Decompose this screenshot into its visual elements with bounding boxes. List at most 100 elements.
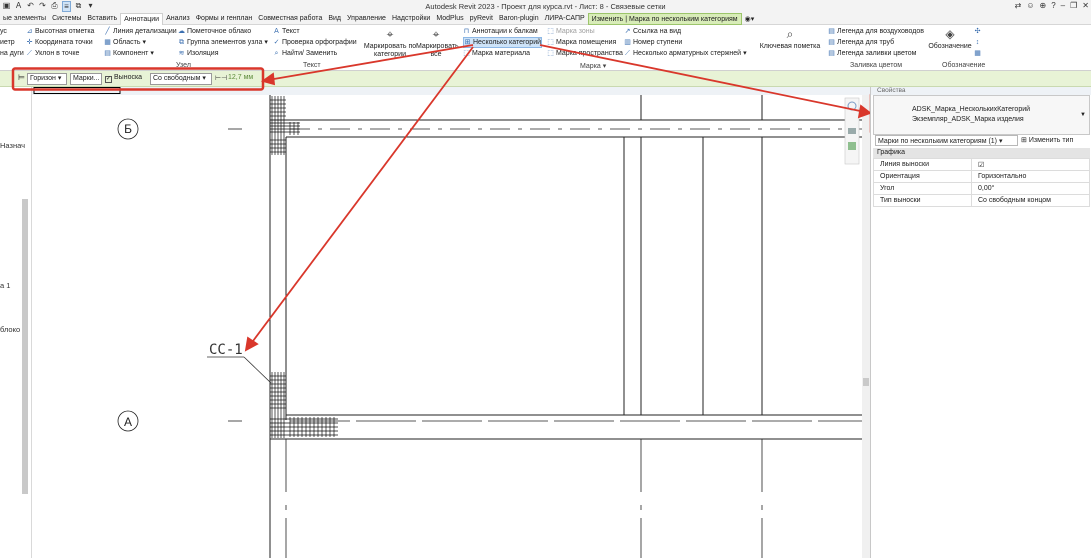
tab-lira[interactable]: ЛИРА-САПР <box>542 13 588 25</box>
room-tag-label: Марка помещения <box>556 39 617 46</box>
prop-value-leader-type[interactable]: Со свободным концом <box>971 194 1090 207</box>
ribbon-dimension-2[interactable]: иетр <box>0 37 24 48</box>
detail2-column: ☁ Пометочное облако ⧉ Группа элементов узл… <box>178 26 268 59</box>
tab-elements[interactable]: ые элементы <box>0 13 49 25</box>
tab-overflow-icon[interactable]: ◉▾ <box>742 13 758 25</box>
tab-insert[interactable]: Вставить <box>84 13 120 25</box>
browser-text-2[interactable]: а 1 <box>0 281 10 290</box>
tab-massing[interactable]: Формы и генплан <box>193 13 256 25</box>
material-tag-button[interactable]: ⬚ Марка материала <box>463 48 542 59</box>
group-graphics[interactable]: Графика <box>873 148 1090 158</box>
browser-scrollbar[interactable] <box>22 199 28 494</box>
insulation-label: Изоляция <box>187 50 219 57</box>
span-direction-icon: ↕ <box>975 39 980 46</box>
beam-annotations-label: Аннотации к балкам <box>472 28 538 35</box>
beam-annotations-button[interactable]: ⊓ Аннотации к балкам <box>463 26 542 37</box>
duct-legend-button[interactable]: ▤ Легенда для воздуховодов <box>828 26 924 37</box>
detail-group-label: Группа элементов узла <box>187 39 263 46</box>
minimize-icon[interactable]: – <box>1061 1 1065 10</box>
spot-elevation-button[interactable]: ⊿ Высотная отметка <box>26 26 95 37</box>
region-button[interactable]: ▦ Область ▾ <box>104 37 177 48</box>
leader-checkbox[interactable]: ✓ Выноска <box>105 74 142 83</box>
leader-length-value[interactable]: 12,7 мм <box>228 74 253 81</box>
space-tag-button[interactable]: ⬚ Марка пространства <box>547 48 623 59</box>
color-fill-legend-button[interactable]: ▤ Легенда заливки цветом <box>828 48 924 59</box>
symbol-icon: ◈ <box>945 27 955 41</box>
tread-number-button[interactable]: ▥ Номер ступени <box>624 37 747 48</box>
type-selector[interactable]: ADSK_Марка_НесколькихКатегорий Экземпляр… <box>873 95 1090 135</box>
edit-type-button[interactable]: ⊞ Изменить тип <box>1021 135 1073 146</box>
detail-group-button[interactable]: ⧉ Группа элементов узла ▾ <box>178 37 268 48</box>
tab-manage[interactable]: Управление <box>344 13 389 25</box>
component-button[interactable]: ▤ Компонент ▾ <box>104 48 177 59</box>
scrollbar-thumb[interactable] <box>863 378 869 386</box>
window-title: Autodesk Revit 2023 - Проект для курса.r… <box>425 2 666 11</box>
tag-by-category-button[interactable]: ⌖ Маркировать по категории <box>362 27 418 59</box>
area-tag-button[interactable]: ⬚ Марка зоны <box>547 26 623 37</box>
prop-key-leader-type: Тип выноски <box>873 194 972 207</box>
prop-value-orientation[interactable]: Горизонтально <box>971 170 1090 183</box>
tag-all-button[interactable]: ⌖ Маркировать все <box>416 27 459 59</box>
detail-line-button[interactable]: ╱ Линия детализации <box>104 26 176 37</box>
area-reinforcement-button[interactable]: ▦ <box>974 48 981 59</box>
user-icon[interactable]: ☺ <box>1026 1 1034 10</box>
chevron-down-icon[interactable]: ▼ <box>1080 112 1086 118</box>
prop-value-leader-line[interactable]: ☑ <box>971 158 1090 171</box>
prop-key-angle: Угол <box>873 182 972 195</box>
tab-addins[interactable]: Надстройки <box>389 13 433 25</box>
tab-modplus[interactable]: ModPlus <box>433 13 466 25</box>
close-icon[interactable]: ✕ <box>1082 1 1089 10</box>
text-button[interactable]: A Текст <box>273 26 357 37</box>
instance-filter-select[interactable]: Марки по нескольким категориям (1) ▾ <box>875 135 1018 146</box>
symbol-button[interactable]: ◈ Обозначение <box>925 27 975 51</box>
spot-coordinate-button[interactable]: ✛ Координата точки <box>26 37 94 48</box>
browser-text-3[interactable]: блоко <box>0 325 20 334</box>
spot-slope-button[interactable]: ⟋ Уклон в точке <box>26 48 94 59</box>
insulation-button[interactable]: ≋ Изоляция <box>178 48 268 59</box>
span-direction-button[interactable]: ↕ <box>974 37 981 48</box>
tab-modify-multi-category-tag[interactable]: Изменить | Марка по нескольким категория… <box>587 13 742 25</box>
multi-rebar-button[interactable]: ⟋ Несколько арматурных стержней ▾ <box>624 48 747 59</box>
cart-icon[interactable]: ⊕ <box>1040 1 1047 10</box>
drawing-view[interactable] <box>0 95 870 558</box>
tab-annotate[interactable]: Аннотации <box>120 13 164 25</box>
tab-collaborate[interactable]: Совместная работа <box>255 13 325 25</box>
tab-view[interactable]: Вид <box>325 13 344 25</box>
pipe-legend-button[interactable]: ▤ Легенда для труб <box>828 37 924 48</box>
orientation-value: Горизон <box>30 75 56 82</box>
room-tag-button[interactable]: ⬚ Марка помещения <box>547 37 623 48</box>
tab-analyze[interactable]: Анализ <box>163 13 193 25</box>
material-tag-label: Марка материала <box>472 50 530 57</box>
find-replace-button[interactable]: ⌕ Найти/ Заменить <box>273 48 357 59</box>
group-icon: ⧉ <box>179 39 184 46</box>
tab-baron[interactable]: Baron-plugin <box>496 13 542 25</box>
view-reference-button[interactable]: ↗ Ссылка на вид <box>624 26 747 37</box>
table-row: Угол 0,00° <box>873 182 1090 195</box>
help-icon[interactable]: ? <box>1051 1 1055 10</box>
spelling-button[interactable]: ✓ Проверка орфографии <box>273 37 357 48</box>
exchange-icon[interactable]: ⇄ <box>1015 1 1022 10</box>
ribbon-tabs: ые элементы Системы Вставить Аннотации А… <box>0 13 1091 25</box>
legend-column: ▤ Легенда для воздуховодов ▤ Легенда для т… <box>828 26 924 59</box>
ribbon-dimension-1[interactable]: ус <box>0 26 24 37</box>
leader-type-select[interactable]: Со свободным ▾ <box>150 73 212 85</box>
tag-type-button[interactable]: Марки... <box>70 73 102 85</box>
restore-icon[interactable]: ❐ <box>1070 1 1077 10</box>
revision-cloud-button[interactable]: ☁ Пометочное облако <box>178 26 268 37</box>
orientation-select[interactable]: Горизон ▾ <box>27 73 67 85</box>
tab-systems[interactable]: Системы <box>49 13 84 25</box>
space-tag-label: Марка пространства <box>556 50 623 57</box>
color-fill-panel-label: Заливка цветом <box>850 62 903 69</box>
view-vertical-scrollbar[interactable] <box>862 95 870 558</box>
prop-value-angle[interactable]: 0,00° <box>971 182 1090 195</box>
north-arrow-button[interactable]: ✣ <box>974 26 981 37</box>
multi-category-tag-button[interactable]: ⊞ Несколько категорий <box>463 37 543 48</box>
pipe-legend-icon: ▤ <box>828 39 835 46</box>
ribbon-dimension-3[interactable]: на дуги <box>0 48 24 59</box>
tab-pyrevit[interactable]: pyRevit <box>467 13 496 25</box>
spot-elevation-label: Высотная отметка <box>35 28 95 35</box>
orientation-icon: ⊨ <box>18 73 25 82</box>
keynote-button[interactable]: ⌕ Ключевая пометка <box>758 27 822 51</box>
browser-text-1[interactable]: Назнач <box>0 141 25 150</box>
leader-label: Выноска <box>114 74 143 81</box>
